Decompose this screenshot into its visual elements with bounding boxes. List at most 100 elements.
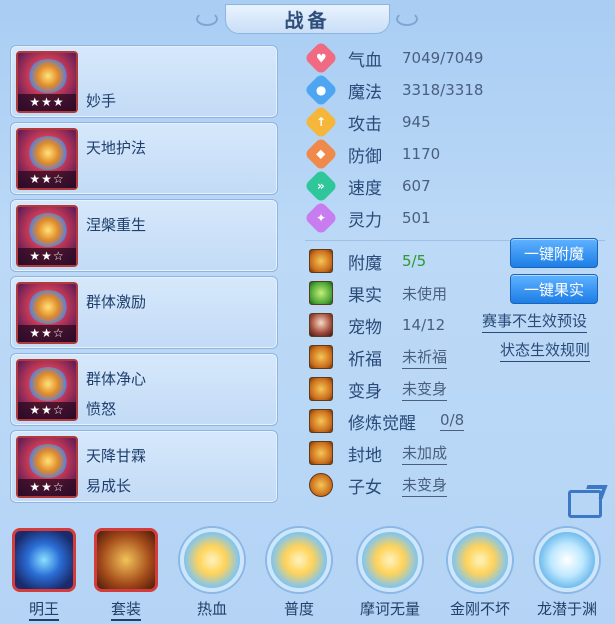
skill-name: 群体激励 xyxy=(86,293,147,311)
skill-card[interactable]: ★★☆ 群体激励 xyxy=(10,276,278,349)
pet-icon xyxy=(309,313,333,337)
bottom-item-label: 明王 xyxy=(28,598,59,621)
bottom-item-moheiwuliang[interactable]: 摩诃无量 xyxy=(350,528,430,619)
bottom-item-label: 套装 xyxy=(110,598,141,621)
inspire-skill-icon: ★★☆ xyxy=(16,282,78,344)
magic-icon: ● xyxy=(304,73,338,107)
skill-card[interactable]: ★★☆ 天地护法 xyxy=(10,122,278,195)
skill-name: 妙手 xyxy=(86,92,117,110)
children-row: 子女 未变身 xyxy=(305,469,605,501)
pudu-icon xyxy=(267,528,331,592)
bottom-item-mingwang[interactable]: 明王 xyxy=(10,528,78,621)
pet-value: 14/12 xyxy=(402,316,446,334)
enchant-all-button[interactable]: 一键附魔 xyxy=(510,238,598,268)
bottom-item-label: 普度 xyxy=(283,600,314,618)
skill-stars: ★★☆ xyxy=(18,325,76,342)
skill-stars: ★★☆ xyxy=(18,171,76,188)
bottom-item-label: 热血 xyxy=(196,600,227,618)
stats-panel: ♥ 气血 7049/7049 ● 魔法 3318/3318 ↑ 攻击 945 ◆… xyxy=(304,41,605,501)
stat-row-mp: ● 魔法 3318/3318 xyxy=(304,73,605,107)
skill-card[interactable]: ★★☆ 天降甘霖 易成长 xyxy=(10,430,278,503)
bottom-item-longqianyuyuan[interactable]: 龙潜于渊 xyxy=(527,528,607,619)
skill-sub-name: 愤怒 xyxy=(86,400,117,418)
bottom-item-label: 金刚不坏 xyxy=(449,600,510,618)
skill-name: 天降甘霖 xyxy=(86,447,147,465)
stat-label: 攻击 xyxy=(348,114,382,135)
stat-label: 防御 xyxy=(348,146,382,167)
territory-icon xyxy=(309,441,333,465)
bottom-item-label: 摩诃无量 xyxy=(359,600,420,618)
transform-link[interactable]: 未变身 xyxy=(402,378,448,401)
skill-stars: ★★☆ xyxy=(18,248,76,265)
skill-stars: ★★★ xyxy=(18,94,76,111)
mingwang-icon xyxy=(12,528,76,592)
transform-row: 变身 未变身 xyxy=(305,373,605,405)
cultivation-link[interactable]: 0/8 xyxy=(440,411,465,431)
skill-sub-name: 易成长 xyxy=(86,477,132,495)
stat-label: 速度 xyxy=(348,178,382,199)
children-icon xyxy=(309,473,333,497)
blessing-label: 祈福 xyxy=(348,349,382,370)
title-ornament-left xyxy=(196,12,218,26)
stat-row-attack: ↑ 攻击 945 xyxy=(304,105,605,139)
status-rules-link[interactable]: 状态生效规则 xyxy=(500,339,591,362)
cultivation-label: 修炼觉醒 xyxy=(348,413,416,434)
spirit-icon: ✦ xyxy=(304,201,338,235)
skill-card[interactable]: ★★★ 妙手 xyxy=(10,45,278,118)
cultivation-row: 修炼觉醒 0/8 xyxy=(305,405,605,437)
bottom-item-rexue[interactable]: 热血 xyxy=(176,528,248,619)
children-link[interactable]: 未变身 xyxy=(402,474,448,497)
children-label: 子女 xyxy=(348,477,382,498)
stat-label: 灵力 xyxy=(348,210,382,231)
territory-row: 封地 未加成 xyxy=(305,437,605,469)
fruit-label: 果实 xyxy=(348,285,382,306)
stat-value: 945 xyxy=(402,113,431,131)
jingangbuhuai-icon xyxy=(448,528,512,592)
longqianyuyuan-icon xyxy=(535,528,599,592)
bottom-item-pudu[interactable]: 普度 xyxy=(263,528,335,619)
stat-value: 3318/3318 xyxy=(402,81,484,99)
skill-card[interactable]: ★★☆ 涅槃重生 xyxy=(10,199,278,272)
event-preset-link[interactable]: 赛事不生效预设 xyxy=(482,310,588,333)
attack-icon: ↑ xyxy=(304,105,338,139)
blessing-link[interactable]: 未祈福 xyxy=(402,346,448,369)
stat-label: 气血 xyxy=(348,50,382,71)
stat-row-spirit: ✦ 灵力 501 xyxy=(304,201,605,235)
pet-label: 宠物 xyxy=(348,317,382,338)
fruit-all-button[interactable]: 一键果实 xyxy=(510,274,598,304)
stat-value: 1170 xyxy=(402,145,441,163)
skill-stars: ★★☆ xyxy=(18,402,76,419)
blessing-icon xyxy=(309,345,333,369)
skill-list: ★★★ 妙手 ★★☆ 天地护法 ★★☆ 涅槃重生 ★★☆ 群体激励 ★★☆ 群体… xyxy=(10,45,278,507)
skill-card[interactable]: ★★☆ 群体净心 愤怒 xyxy=(10,353,278,426)
bottom-item-jingangbuhuai[interactable]: 金刚不坏 xyxy=(440,528,520,619)
bottom-item-label: 龙潜于渊 xyxy=(536,600,597,618)
enchant-label: 附魔 xyxy=(348,253,382,274)
page-title-text: 战备 xyxy=(284,9,331,32)
bottom-item-suit[interactable]: 套装 xyxy=(92,528,160,621)
suit-icon xyxy=(94,528,158,592)
page-title: 战备 xyxy=(225,4,390,34)
fruit-icon xyxy=(309,281,333,305)
territory-link[interactable]: 未加成 xyxy=(402,442,448,465)
enchant-value: 5/5 xyxy=(402,252,427,270)
territory-label: 封地 xyxy=(348,445,382,466)
rexue-icon xyxy=(180,528,244,592)
heart-icon: ♥ xyxy=(304,41,338,75)
transform-icon xyxy=(309,377,333,401)
share-icon[interactable] xyxy=(568,490,602,518)
skill-stars: ★★☆ xyxy=(18,479,76,496)
skill-name: 群体净心 xyxy=(86,370,147,388)
stat-label: 魔法 xyxy=(348,82,382,103)
skill-name: 天地护法 xyxy=(86,139,147,157)
bottom-bar: 明王 套装 热血 普度 摩诃无量 金刚不坏 龙潜于渊 xyxy=(0,528,615,624)
stat-row-speed: » 速度 607 xyxy=(304,169,605,203)
stat-value: 7049/7049 xyxy=(402,49,484,67)
stat-value: 501 xyxy=(402,209,431,227)
fan-skill-icon: ★★★ xyxy=(16,51,78,113)
skill-name: 涅槃重生 xyxy=(86,216,147,234)
moheiwuliang-icon xyxy=(358,528,422,592)
guardian-skill-icon: ★★☆ xyxy=(16,128,78,190)
cultivation-icon xyxy=(309,409,333,433)
stat-value: 607 xyxy=(402,177,431,195)
